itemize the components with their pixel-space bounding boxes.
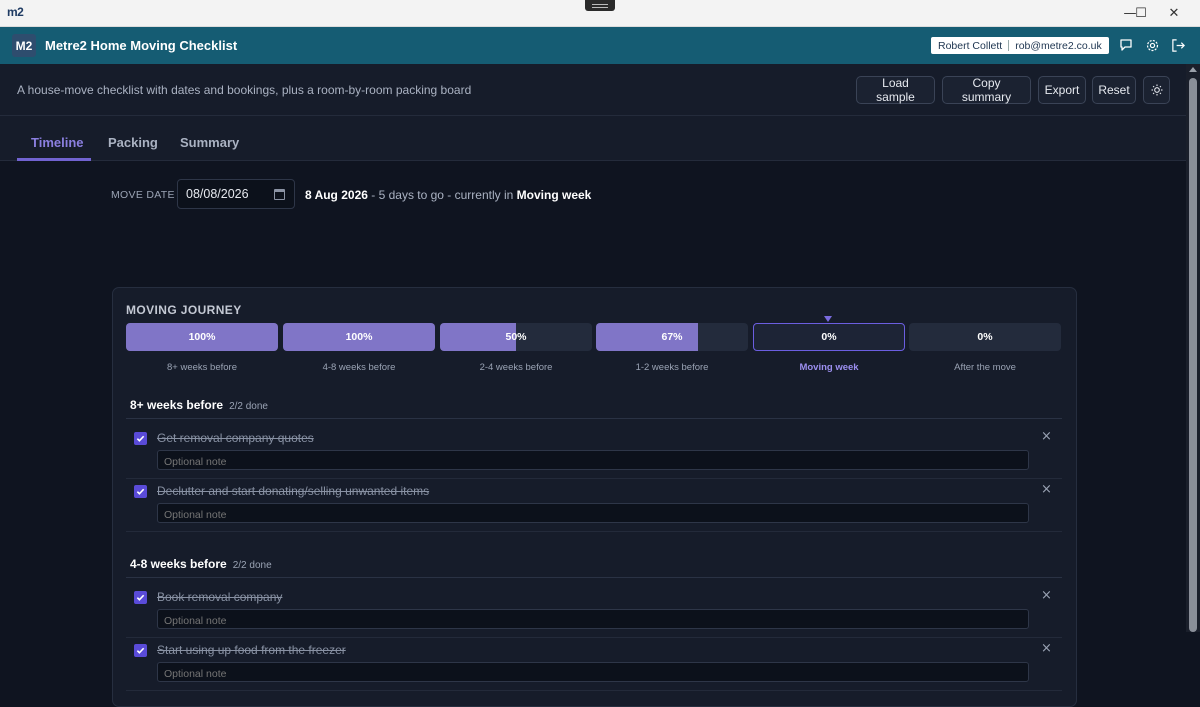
main-area: A house-move checklist with dates and bo… [0, 64, 1186, 707]
stage-label: 2-4 weeks before [479, 362, 553, 373]
group-title: 8+ weeks before [130, 398, 224, 412]
scrollbar-thumb[interactable] [1189, 78, 1197, 632]
app-logo-icon: m2 [7, 5, 24, 19]
sun-icon [1151, 84, 1162, 96]
delete-task-icon[interactable]: × [1041, 482, 1052, 497]
stage-percent: 0% [977, 331, 993, 343]
calendar-icon[interactable] [274, 189, 285, 200]
stage-bar[interactable]: 0% [909, 323, 1061, 351]
moving-journey-panel: MOVING JOURNEY 100% 100% 50% 67% 0% 0% 8… [112, 287, 1077, 707]
drag-handle[interactable] [585, 0, 615, 11]
stage-bar[interactable]: 100% [126, 323, 278, 351]
stage-label: 4-8 weeks before [322, 362, 396, 373]
group-count: 2/2 done [232, 560, 272, 571]
stage-percent: 100% [345, 331, 373, 343]
export-button[interactable]: Export [1038, 76, 1086, 104]
app-title: Metre2 Home Moving Checklist [45, 38, 238, 53]
group-count: 2/2 done [229, 401, 268, 412]
stage-label: 8+ weeks before [167, 362, 237, 373]
stage-bar[interactable]: 100% [283, 323, 435, 351]
task-note-input[interactable] [157, 609, 1029, 629]
task-title[interactable]: Start using up food from the freezer [157, 643, 346, 657]
tab-summary[interactable]: Summary [180, 135, 239, 150]
delete-task-icon[interactable]: × [1041, 588, 1052, 603]
current-stage: Moving week [516, 188, 592, 202]
stage-bar-current[interactable]: 0% [753, 323, 905, 351]
scrollbar[interactable] [1186, 64, 1200, 632]
app-badge: M2 [12, 34, 36, 57]
task-item: Start using up food from the freezer × [126, 637, 1062, 690]
task-note-input[interactable] [157, 662, 1029, 682]
app-description: A house-move checklist with dates and bo… [17, 83, 472, 97]
task-title[interactable]: Book removal company [157, 590, 282, 604]
timeline-content: MOVE DATE 08/08/2026 8 Aug 2026 - 5 days… [0, 161, 1186, 707]
stage-label: 1-2 weeks before [635, 362, 709, 373]
delete-task-icon[interactable]: × [1041, 641, 1052, 656]
user-name: Robert Collett [938, 39, 1003, 52]
divider [126, 531, 1062, 532]
stage-percent: 0% [821, 331, 837, 343]
task-title[interactable]: Get removal company quotes [157, 431, 314, 445]
user-email: rob@metre2.co.uk [1015, 39, 1102, 52]
stage-percent: 100% [188, 331, 216, 343]
days-to-go: - 5 days to go - currently in [367, 188, 517, 202]
delete-task-icon[interactable]: × [1041, 429, 1052, 444]
stage-label-current: Moving week [799, 362, 859, 373]
divider [126, 690, 1062, 691]
task-item: Declutter and start donating/selling unw… [126, 478, 1062, 531]
toolbar: A house-move checklist with dates and bo… [0, 64, 1186, 116]
close-window-button[interactable]: ✕ [1151, 0, 1197, 27]
tab-bar: Timeline Packing Summary [0, 116, 1186, 161]
load-sample-button[interactable]: Load sample [856, 76, 935, 104]
settings-icon[interactable] [1142, 35, 1162, 55]
task-title[interactable]: Declutter and start donating/selling unw… [157, 484, 429, 498]
stage-label: After the move [954, 362, 1016, 373]
tab-packing[interactable]: Packing [108, 135, 158, 150]
task-checkbox[interactable] [134, 485, 147, 498]
tab-timeline[interactable]: Timeline [31, 135, 84, 150]
journey-title: MOVING JOURNEY [126, 303, 242, 317]
task-item: Get removal company quotes × [126, 425, 1062, 478]
divider [1008, 40, 1010, 51]
chat-icon[interactable] [1116, 35, 1136, 55]
move-date-value: 08/08/2026 [186, 187, 249, 201]
group-heading: 8+ weeks before 2/2 done [130, 398, 268, 412]
move-date-label: MOVE DATE [111, 189, 175, 201]
move-date-input[interactable]: 08/08/2026 [177, 179, 295, 209]
task-checkbox[interactable] [134, 591, 147, 604]
task-note-input[interactable] [157, 503, 1029, 523]
copy-summary-button[interactable]: Copy summary [942, 76, 1031, 104]
os-titlebar: m2 — ☐ ✕ [0, 0, 1200, 27]
stage-percent: 50% [505, 331, 527, 343]
task-item: Book removal company × [126, 584, 1062, 637]
stage-bar[interactable]: 67% [596, 323, 748, 351]
divider [126, 418, 1062, 419]
group-heading: 4-8 weeks before 2/2 done [130, 557, 272, 571]
move-date-summary: 8 Aug 2026 - 5 days to go - currently in… [305, 188, 591, 202]
task-checkbox[interactable] [134, 432, 147, 445]
current-stage-marker [824, 316, 832, 322]
move-date-long: 8 Aug 2026 [305, 188, 368, 202]
task-checkbox[interactable] [134, 644, 147, 657]
stage-bar[interactable]: 50% [440, 323, 592, 351]
app-header: M2 Metre2 Home Moving Checklist Robert C… [0, 27, 1200, 64]
stage-percent: 67% [661, 331, 683, 343]
logout-icon[interactable] [1168, 35, 1188, 55]
task-note-input[interactable] [157, 450, 1029, 470]
group-title: 4-8 weeks before [130, 557, 227, 571]
divider [126, 577, 1062, 578]
reset-button[interactable]: Reset [1092, 76, 1136, 104]
user-info[interactable]: Robert Collett rob@metre2.co.uk [931, 37, 1109, 54]
theme-toggle-button[interactable] [1143, 76, 1170, 104]
scroll-up-arrow-icon[interactable] [1189, 67, 1197, 72]
